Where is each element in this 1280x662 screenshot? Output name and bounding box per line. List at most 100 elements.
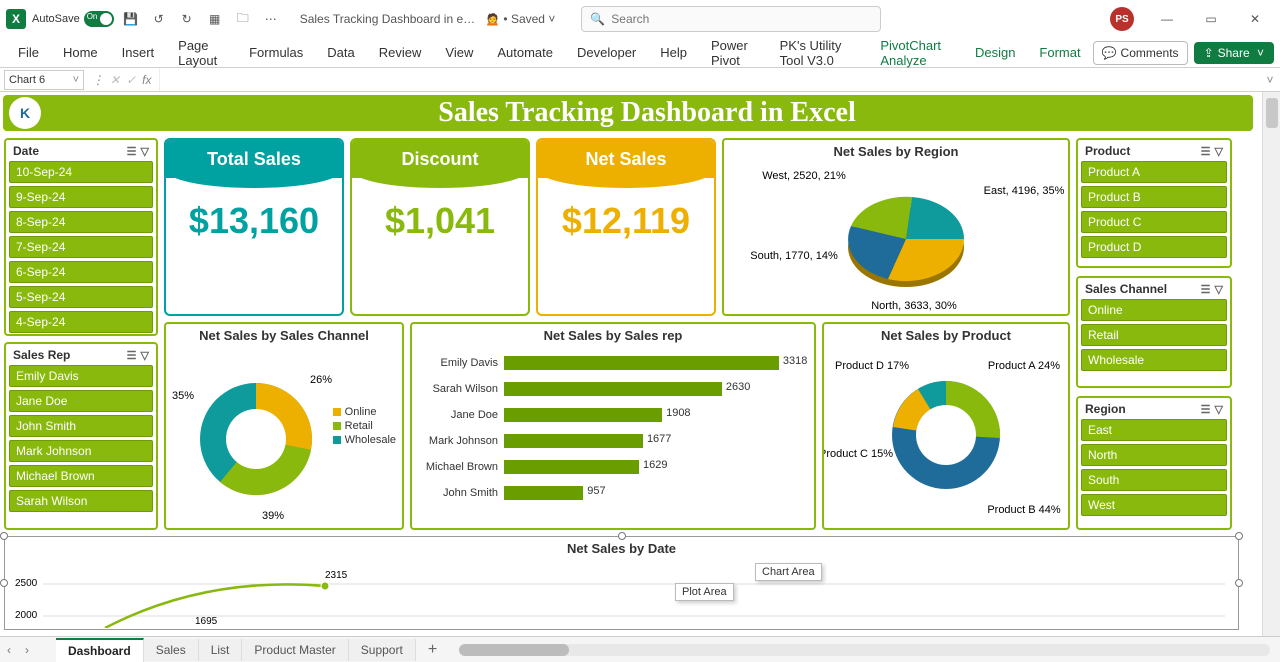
slicer-item[interactable]: Mark Johnson bbox=[9, 440, 153, 462]
tab-pivotchart-analyze[interactable]: PivotChart Analyze bbox=[868, 38, 963, 68]
slicer-item[interactable]: John Smith bbox=[9, 415, 153, 437]
share-button[interactable]: ⇪Share ˅ bbox=[1194, 42, 1274, 64]
slicer-sales-channel[interactable]: Sales Channel☰▽ OnlineRetailWholesale bbox=[1076, 276, 1232, 388]
slicer-date[interactable]: Date ☰▽ 10-Sep-249-Sep-248-Sep-247-Sep-2… bbox=[4, 138, 158, 336]
clear-filter-icon[interactable]: ▽ bbox=[1215, 145, 1223, 158]
slicer-item[interactable]: Product B bbox=[1081, 186, 1227, 208]
name-box[interactable]: Chart 6˅ bbox=[4, 70, 84, 90]
sheet-nav-prev-icon[interactable]: ‹ bbox=[0, 643, 18, 657]
tab-home[interactable]: Home bbox=[51, 38, 110, 68]
fx-icon[interactable]: fx bbox=[142, 73, 151, 87]
cancel-formula-icon[interactable]: ✕ bbox=[110, 73, 120, 87]
folder-icon[interactable]: 🗀 bbox=[232, 8, 254, 30]
slicer-item[interactable]: Michael Brown bbox=[9, 465, 153, 487]
slicer-item[interactable]: East bbox=[1081, 419, 1227, 441]
chart-net-sales-region[interactable]: Net Sales by Region West, 2520, 21% East… bbox=[722, 138, 1070, 316]
line-date-svg: 2500 2000 1695 2315 bbox=[5, 556, 1236, 628]
clear-filter-icon[interactable]: ▽ bbox=[141, 349, 149, 362]
tab-review[interactable]: Review bbox=[367, 38, 434, 68]
clear-filter-icon[interactable]: ▽ bbox=[1215, 283, 1223, 296]
slicer-item[interactable]: South bbox=[1081, 469, 1227, 491]
slicer-item[interactable]: Sarah Wilson bbox=[9, 490, 153, 512]
svg-text:39%: 39% bbox=[262, 510, 284, 522]
slicer-item[interactable]: 9-Sep-24 bbox=[9, 186, 153, 208]
toggle-on-icon[interactable]: On bbox=[84, 11, 114, 27]
slicer-item[interactable]: 4-Sep-24 bbox=[9, 311, 153, 333]
slicer-item[interactable]: Jane Doe bbox=[9, 390, 153, 412]
clear-filter-icon[interactable]: ▽ bbox=[1215, 403, 1223, 416]
slicer-sales-rep[interactable]: Sales Rep ☰▽ Emily DavisJane DoeJohn Smi… bbox=[4, 342, 158, 530]
save-icon[interactable]: 💾 bbox=[120, 8, 142, 30]
chart-net-sales-channel[interactable]: Net Sales by Sales Channel 26% 39% 35% O… bbox=[164, 322, 404, 530]
multiselect-icon[interactable]: ☰ bbox=[127, 349, 137, 362]
multiselect-icon[interactable]: ☰ bbox=[1201, 283, 1211, 296]
tab-insert[interactable]: Insert bbox=[110, 38, 167, 68]
sheet-tab-list[interactable]: List bbox=[199, 639, 243, 661]
tab-data[interactable]: Data bbox=[315, 38, 366, 68]
tab-pk-utility[interactable]: PK's Utility Tool V3.0 bbox=[768, 38, 869, 68]
slicer-item[interactable]: Product D bbox=[1081, 236, 1227, 258]
redo-icon[interactable]: ↻ bbox=[176, 8, 198, 30]
vertical-scrollbar[interactable] bbox=[1262, 92, 1280, 636]
slicer-item[interactable]: Product A bbox=[1081, 161, 1227, 183]
tab-design[interactable]: Design bbox=[963, 38, 1027, 68]
restore-icon[interactable]: ▭ bbox=[1192, 4, 1230, 34]
document-title[interactable]: Sales Tracking Dashboard in e… 🙍 • Saved… bbox=[300, 12, 556, 26]
multiselect-icon[interactable]: ☰ bbox=[127, 145, 137, 158]
horizontal-scrollbar[interactable] bbox=[459, 644, 1270, 656]
sheet-tab-dashboard[interactable]: Dashboard bbox=[56, 638, 144, 662]
multiselect-icon[interactable]: ☰ bbox=[1201, 145, 1211, 158]
enter-formula-icon[interactable]: ✓ bbox=[126, 73, 136, 87]
slicer-item[interactable]: Online bbox=[1081, 299, 1227, 321]
slicer-item[interactable]: 6-Sep-24 bbox=[9, 261, 153, 283]
slicer-region[interactable]: Region☰▽ EastNorthSouthWest bbox=[1076, 396, 1232, 530]
slicer-item[interactable]: North bbox=[1081, 444, 1227, 466]
multiselect-icon[interactable]: ☰ bbox=[1201, 403, 1211, 416]
comments-button[interactable]: 💬Comments bbox=[1093, 41, 1188, 65]
search-field[interactable] bbox=[611, 12, 872, 26]
chart-net-sales-rep[interactable]: Net Sales by Sales rep Emily Davis3318Sa… bbox=[410, 322, 816, 530]
chart-net-sales-product[interactable]: Net Sales by Product Product A 24% Produ… bbox=[822, 322, 1070, 530]
bar-category: Sarah Wilson bbox=[416, 383, 504, 395]
tab-format[interactable]: Format bbox=[1027, 38, 1092, 68]
slicer-item[interactable]: West bbox=[1081, 494, 1227, 516]
slicer-item[interactable]: 7-Sep-24 bbox=[9, 236, 153, 258]
sheet-tab-sales[interactable]: Sales bbox=[144, 639, 199, 661]
svg-text:South, 1770, 14%: South, 1770, 14% bbox=[750, 250, 838, 262]
formula-dropdown-icon[interactable]: ⋮ bbox=[92, 73, 104, 87]
close-icon[interactable]: ✕ bbox=[1236, 4, 1274, 34]
tab-developer[interactable]: Developer bbox=[565, 38, 648, 68]
add-sheet-icon[interactable]: + bbox=[416, 641, 449, 659]
slicer-item[interactable]: Wholesale bbox=[1081, 349, 1227, 371]
tab-file[interactable]: File bbox=[6, 38, 51, 68]
tab-page-layout[interactable]: Page Layout bbox=[166, 38, 237, 68]
sheet-nav-next-icon[interactable]: › bbox=[18, 643, 36, 657]
slicer-item[interactable]: 5-Sep-24 bbox=[9, 286, 153, 308]
slicer-item[interactable]: Retail bbox=[1081, 324, 1227, 346]
undo-icon[interactable]: ↺ bbox=[148, 8, 170, 30]
chart-net-sales-date[interactable]: Net Sales by Date 2500 2000 1695 2315 Pl… bbox=[4, 536, 1239, 630]
formula-expand-icon[interactable]: ˅ bbox=[1260, 73, 1280, 87]
search-input[interactable]: 🔍 bbox=[581, 6, 881, 32]
minimize-icon[interactable]: — bbox=[1148, 4, 1186, 34]
tab-formulas[interactable]: Formulas bbox=[237, 38, 315, 68]
clear-filter-icon[interactable]: ▽ bbox=[141, 145, 149, 158]
tab-view[interactable]: View bbox=[433, 38, 485, 68]
sheet-tab-support[interactable]: Support bbox=[349, 639, 416, 661]
slicer-item[interactable]: Product C bbox=[1081, 211, 1227, 233]
slicer-item[interactable]: 8-Sep-24 bbox=[9, 211, 153, 233]
slicer-item[interactable]: Emily Davis bbox=[9, 365, 153, 387]
formula-input[interactable] bbox=[159, 68, 1260, 91]
tab-power-pivot[interactable]: Power Pivot bbox=[699, 38, 768, 68]
user-avatar[interactable]: PS bbox=[1110, 7, 1134, 31]
autosave-toggle[interactable]: AutoSave On bbox=[32, 11, 114, 27]
sheet-tab-product-master[interactable]: Product Master bbox=[242, 639, 348, 661]
slicer-product[interactable]: Product☰▽ Product AProduct BProduct CPro… bbox=[1076, 138, 1232, 268]
grid-icon[interactable]: ▦ bbox=[204, 8, 226, 30]
tab-help[interactable]: Help bbox=[648, 38, 699, 68]
tab-automate[interactable]: Automate bbox=[485, 38, 565, 68]
slicer-item[interactable]: 10-Sep-24 bbox=[9, 161, 153, 183]
svg-text:Product B 44%: Product B 44% bbox=[987, 504, 1061, 516]
dashboard-canvas: K Sales Tracking Dashboard in Excel Date… bbox=[0, 92, 1258, 636]
qat-dropdown-icon[interactable]: ⋯ bbox=[260, 8, 282, 30]
